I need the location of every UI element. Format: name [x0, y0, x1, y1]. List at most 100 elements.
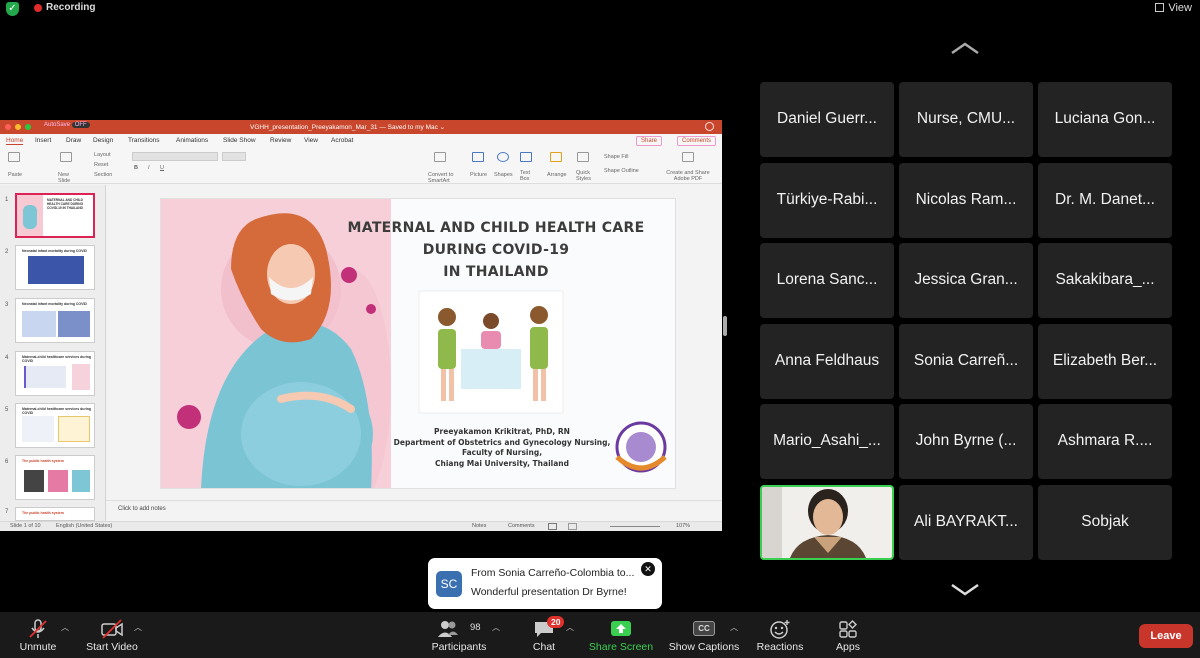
arrange-icon[interactable]	[550, 152, 562, 162]
view-button[interactable]: View	[1155, 2, 1192, 14]
language-indicator[interactable]: English (United States)	[56, 523, 112, 529]
account-icon[interactable]	[705, 122, 714, 131]
participant-name: Anna Feldhaus	[774, 352, 880, 369]
participant-name: Elizabeth Ber...	[1052, 352, 1158, 369]
zoom-slider[interactable]	[610, 526, 660, 527]
reactions-label: Reactions	[756, 641, 804, 653]
participant-tile[interactable]: Dr. M. Danet...	[1038, 163, 1172, 238]
picture-icon[interactable]	[472, 152, 484, 162]
shape-fill-button[interactable]: Shape Fill	[604, 154, 628, 160]
layout-button[interactable]: Layout	[94, 152, 111, 158]
show-captions-button[interactable]: CC Show Captions	[664, 612, 744, 658]
participant-tile[interactable]: Türkiye-Rabi...	[760, 163, 894, 238]
slide-thumbnail[interactable]: The public health system	[15, 507, 95, 521]
active-speaker-video[interactable]	[760, 485, 894, 560]
tab-review[interactable]: Review	[270, 137, 291, 144]
tab-transitions[interactable]: Transitions	[128, 137, 160, 144]
tab-insert[interactable]: Insert	[35, 137, 51, 144]
chevron-up-icon[interactable]	[950, 40, 980, 56]
new-slide-icon[interactable]	[60, 152, 72, 162]
slide-thumbnail[interactable]: The public health system	[15, 455, 95, 500]
tab-design[interactable]: Design	[93, 137, 113, 144]
participant-tile[interactable]: Anna Feldhaus	[760, 324, 894, 399]
autosave-toggle[interactable]: AutoSave OFF	[44, 122, 90, 128]
font-size-select[interactable]	[222, 152, 246, 161]
participant-tile[interactable]: John Byrne (...	[899, 404, 1033, 479]
slide-thumbnail[interactable]: MATERNAL AND CHILD HEALTH CARE DURING CO…	[15, 193, 95, 238]
slide-sorter-icon[interactable]	[568, 523, 577, 530]
tab-view[interactable]: View	[304, 137, 318, 144]
paste-label: Paste	[8, 172, 23, 178]
quick-styles-icon[interactable]	[577, 152, 589, 162]
notes-pane[interactable]: Click to add notes	[106, 500, 722, 520]
section-button[interactable]: Section	[94, 172, 112, 178]
participant-tile[interactable]: Sobjak	[1038, 485, 1172, 560]
font-family-select[interactable]	[132, 152, 218, 161]
minimize-window-icon[interactable]	[15, 124, 21, 130]
participant-tile[interactable]: Jessica Gran...	[899, 243, 1033, 318]
tab-acrobat[interactable]: Acrobat	[331, 137, 353, 144]
participant-tile[interactable]: Ashmara R....	[1038, 404, 1172, 479]
reset-button[interactable]: Reset	[94, 162, 108, 168]
notes-toggle[interactable]: Notes	[472, 523, 486, 529]
captions-caret-icon[interactable]: ︿	[730, 622, 738, 633]
thumb-title: The public health system	[22, 511, 64, 515]
participants-button[interactable]: Participants	[424, 612, 494, 658]
participant-tile[interactable]: Ali BAYRAKT...	[899, 485, 1033, 560]
normal-view-icon[interactable]	[548, 523, 557, 530]
chevron-down-icon[interactable]	[950, 582, 980, 598]
participant-name: Mario_Asahi_...	[773, 432, 881, 449]
underline-button[interactable]: U	[160, 165, 164, 171]
text-box-icon[interactable]	[520, 152, 532, 162]
chat-caret-icon[interactable]: ︿	[566, 622, 574, 633]
tab-animations[interactable]: Animations	[176, 137, 208, 144]
participant-tile[interactable]: Lorena Sanc...	[760, 243, 894, 318]
bold-button[interactable]: B	[134, 165, 138, 171]
security-shield-icon[interactable]: ✓	[6, 2, 19, 16]
ppt-comments-button[interactable]: Comments	[676, 136, 716, 146]
slide-thumbnails-panel[interactable]: 1 MATERNAL AND CHILD HEALTH CARE DURING …	[0, 185, 106, 521]
participant-tile[interactable]: Daniel Guerr...	[760, 82, 894, 157]
slide-thumbnail[interactable]: Maternal-child healthcare services durin…	[15, 351, 95, 396]
tab-slide-show[interactable]: Slide Show	[223, 137, 256, 144]
slide-thumbnail[interactable]: Neonatal infant mortality during COVID	[15, 245, 95, 290]
tab-draw[interactable]: Draw	[66, 137, 81, 144]
participant-name: Lorena Sanc...	[776, 271, 878, 288]
italic-button[interactable]: I	[148, 165, 150, 171]
audio-options-caret-icon[interactable]: ︿	[61, 622, 69, 633]
shapes-icon[interactable]	[497, 152, 509, 162]
split-view-handle[interactable]	[723, 316, 727, 336]
tab-home[interactable]: Home	[6, 137, 24, 145]
participant-tile[interactable]: Sakakibara_...	[1038, 243, 1172, 318]
apps-button[interactable]: Apps	[826, 612, 870, 658]
participant-tile[interactable]: Luciana Gon...	[1038, 82, 1172, 157]
close-window-icon[interactable]	[5, 124, 11, 130]
participant-tile[interactable]: Nurse, CMU...	[899, 82, 1033, 157]
paste-icon[interactable]	[8, 152, 20, 162]
adobe-pdf-icon[interactable]	[682, 152, 694, 162]
participant-tile[interactable]: Sonia Carreñ...	[899, 324, 1033, 399]
participant-tile[interactable]: Elizabeth Ber...	[1038, 324, 1172, 399]
participant-tile[interactable]: Mario_Asahi_...	[760, 404, 894, 479]
slide-author: Preeyakamon Krikitrat, PhD, RN	[434, 427, 570, 436]
video-options-caret-icon[interactable]: ︿	[134, 622, 142, 633]
slide-department: Department of Obstetrics and Gynecology …	[393, 437, 611, 447]
shape-outline-button[interactable]: Shape Outline	[604, 168, 639, 174]
maximize-window-icon[interactable]	[25, 124, 31, 130]
start-video-button[interactable]: Start Video	[80, 612, 144, 658]
participant-tile[interactable]: Nicolas Ram...	[899, 163, 1033, 238]
reactions-button[interactable]: Reactions	[752, 612, 808, 658]
comments-toggle[interactable]: Comments	[508, 523, 535, 529]
unmute-button[interactable]: Unmute	[10, 612, 66, 658]
recording-label[interactable]: Recording	[46, 2, 95, 13]
leave-button[interactable]: Leave	[1139, 624, 1193, 648]
close-icon[interactable]: ✕	[641, 562, 655, 576]
smartart-icon[interactable]	[434, 152, 446, 162]
chat-notification[interactable]: SC From Sonia Carreño-Colombia to... Won…	[428, 558, 662, 609]
slide-thumbnail[interactable]: Neonatal infant mortality during COVID	[15, 298, 95, 343]
share-screen-button[interactable]: Share Screen	[584, 612, 658, 658]
ppt-share-button[interactable]: Share	[635, 136, 662, 146]
slide-thumbnail[interactable]: Maternal-child healthcare services durin…	[15, 403, 95, 448]
main-slide[interactable]: MATERNAL AND CHILD HEALTH CARE DURING CO…	[160, 198, 676, 489]
participants-caret-icon[interactable]: ︿	[492, 622, 500, 633]
